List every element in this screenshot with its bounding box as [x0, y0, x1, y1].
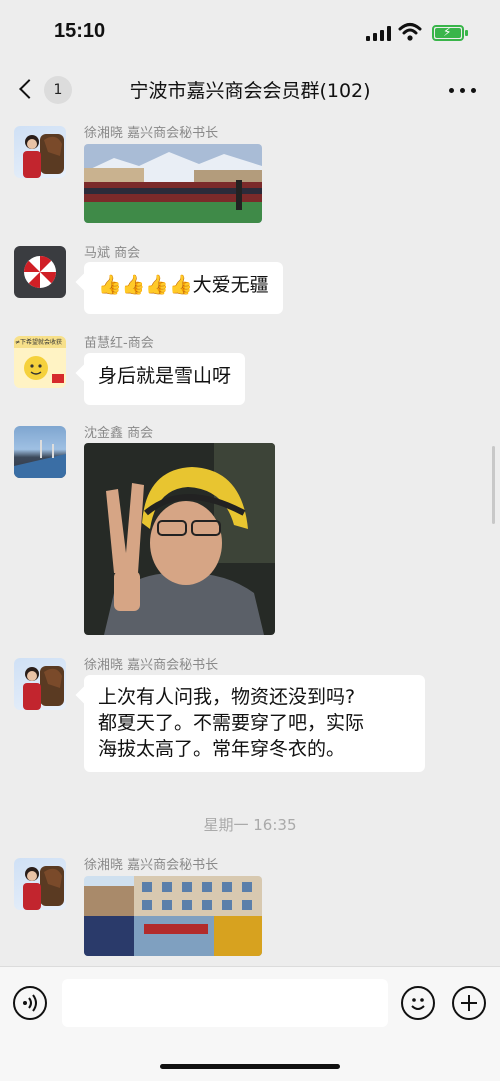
more-icon [449, 88, 454, 93]
plus-icon [461, 995, 477, 1011]
sender-name: 沈金鑫 商会 [84, 426, 154, 441]
message-input[interactable] [62, 979, 388, 1027]
more-options-button[interactable] [446, 80, 480, 100]
avatar-xu-image [23, 134, 64, 178]
status-bar: 15:10 ⚡ [0, 0, 500, 64]
sender-name: 徐湘晓 嘉兴商会秘书长 [84, 658, 219, 673]
battery-icon: ⚡ [432, 25, 464, 41]
avatar-xu-image [23, 666, 64, 710]
emoji-icon [411, 998, 425, 1010]
image-helmet-man [84, 443, 275, 635]
sender-name: 马斌 商会 [84, 246, 141, 261]
message-line: 海拔太高了。常年穿冬衣的。 [98, 738, 346, 760]
text-message[interactable]: 👍👍👍👍大爱无疆 [84, 262, 283, 314]
image-message[interactable] [84, 144, 262, 223]
umbrella-icon [24, 256, 56, 288]
avatar[interactable] [14, 246, 66, 298]
sender-name: 苗慧红-商会 [84, 336, 154, 351]
image-message[interactable] [84, 443, 275, 635]
message-line: 上次有人问我，物资还没到吗? [98, 686, 356, 708]
text-message[interactable]: 上次有人问我，物资还没到吗? 都夏天了。不需要穿了吧，实际 海拔太高了。常年穿冬… [84, 675, 425, 772]
chat-header: 1 宁波市嘉兴商会会员群(102) [0, 64, 500, 116]
avatar-badge-text: ≠下希望就会收获 [15, 339, 63, 346]
wifi-icon [398, 23, 422, 41]
image-school-yard [84, 144, 262, 223]
signal-icon [366, 26, 392, 41]
image-school-building [84, 876, 262, 956]
avatar[interactable] [14, 858, 66, 910]
avatar[interactable] [14, 426, 66, 478]
scrollbar[interactable] [492, 446, 495, 524]
avatar-xu-image [23, 866, 64, 910]
status-time: 15:10 [54, 20, 106, 42]
sender-name: 徐湘晓 嘉兴商会秘书长 [84, 126, 219, 141]
avatar[interactable] [14, 658, 66, 710]
voice-button[interactable] [13, 986, 47, 1020]
avatar[interactable]: ≠下希望就会收获 [14, 336, 66, 388]
sender-name: 徐湘晓 嘉兴商会秘书长 [84, 858, 219, 873]
avatar-shen-image [14, 440, 66, 478]
more-actions-button[interactable] [452, 986, 486, 1020]
more-dot [460, 88, 465, 93]
text-message[interactable]: 身后就是雪山呀 [84, 353, 246, 405]
home-indicator [160, 1064, 340, 1069]
image-message[interactable] [84, 876, 262, 956]
more-dot [471, 88, 476, 93]
battery-tip [465, 30, 468, 36]
avatar[interactable] [14, 126, 66, 178]
emoji-button[interactable] [401, 986, 435, 1020]
voice-icon [23, 994, 37, 1012]
message-line: 都夏天了。不需要穿了吧，实际 [98, 712, 365, 734]
chat-title: 宁波市嘉兴商会会员群(102) [129, 80, 371, 102]
message-timestamp: 星期一 16:35 [203, 816, 297, 834]
